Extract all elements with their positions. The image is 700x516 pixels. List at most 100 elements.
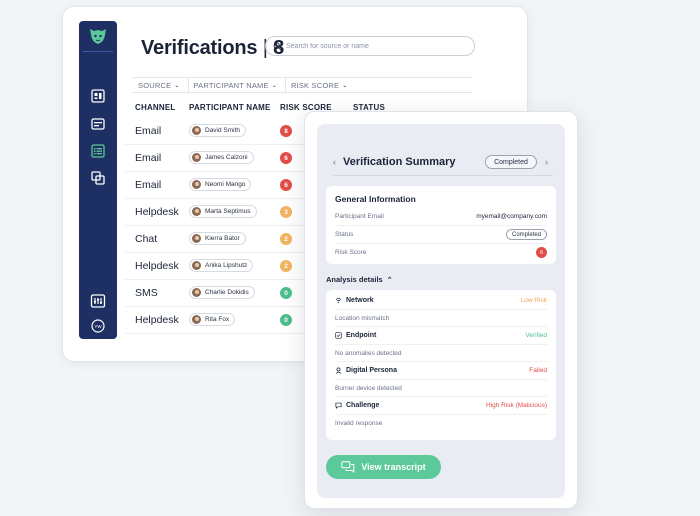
status-badge: Completed (485, 155, 537, 169)
analysis-label: Digital Persona (335, 367, 397, 374)
card-icon[interactable] (90, 116, 106, 132)
participant-chip[interactable]: Marta Septimus (189, 205, 257, 218)
avatar (192, 207, 201, 216)
search-input[interactable] (286, 42, 466, 50)
filter-divider (284, 78, 286, 92)
channel-cell: Helpdesk (135, 206, 179, 218)
risk-score-badge: 0 (280, 287, 292, 299)
channel-cell: Chat (135, 233, 158, 245)
analysis-network-detail-row: Location mismatch (335, 310, 547, 327)
filter-divider (187, 78, 189, 92)
risk-score-badge: 2 (280, 233, 292, 245)
avatar (192, 234, 201, 243)
chevron-up-icon: ⌃ (386, 276, 393, 284)
sidebar: YW (79, 21, 117, 339)
risk-score-badge: 2 (280, 260, 292, 272)
channel-cell: Helpdesk (135, 314, 179, 326)
channel-cell: Email (135, 179, 162, 191)
avatar (192, 315, 201, 324)
user-profile-icon[interactable]: YW (90, 318, 106, 334)
channel-cell: SMS (135, 287, 158, 299)
analysis-detail: No anomalies detected (335, 349, 402, 357)
analysis-label: Challenge (335, 402, 379, 409)
chevron-down-icon: ⌄ (271, 82, 277, 89)
channel-cell: Email (135, 125, 162, 137)
chevron-left-icon[interactable]: ‹ (333, 157, 336, 167)
view-transcript-button[interactable]: View transcript (326, 455, 441, 479)
analysis-status: Low Risk (520, 297, 547, 304)
filter-bar: SOURCE ⌄ PARTICIPANT NAME ⌄ RISK SCORE ⌄ (133, 77, 473, 93)
wifi-icon (335, 298, 342, 303)
analysis-status: Verified (525, 332, 547, 339)
user-icon (335, 367, 342, 374)
risk-score-badge: 0 (280, 314, 292, 326)
chevron-down-icon: ⌄ (342, 82, 348, 89)
analysis-endpoint-row: Endpoint Verified (335, 327, 547, 345)
participant-email-value: myemail@company.com (476, 213, 547, 220)
transcript-icon (341, 461, 355, 473)
bear-logo-icon (86, 26, 110, 46)
analysis-details-toggle[interactable]: Analysis details ⌃ (326, 275, 393, 284)
participant-chip[interactable]: David Smith (189, 124, 247, 137)
chat-icon (335, 402, 342, 409)
sliders-icon[interactable] (90, 293, 106, 309)
participant-email-row: Participant Email myemail@company.com (335, 208, 547, 226)
analysis-label: Endpoint (335, 332, 376, 339)
copy-icon[interactable] (90, 170, 106, 186)
participant-email-label: Participant Email (335, 213, 384, 220)
risk-score-label: Risk Score (335, 249, 367, 256)
participant-chip[interactable]: Anika Lipshutz (189, 259, 254, 272)
analysis-challenge-detail-row: Invalid response (335, 415, 547, 433)
column-header-participant-name[interactable]: PARTICIPANT NAME (189, 103, 271, 112)
participant-chip[interactable]: Charlie Dokidis (189, 286, 255, 299)
verification-summary-panel: ‹ Verification Summary Completed › Gener… (304, 111, 578, 509)
search-box[interactable] (265, 36, 475, 56)
risk-score-row: Risk Score 6 (335, 244, 547, 262)
column-header-channel[interactable]: CHANNEL (135, 103, 176, 112)
avatar (192, 153, 201, 162)
analysis-digital-persona-detail-row: Burner device detected (335, 380, 547, 397)
analysis-detail: Invalid response (335, 419, 383, 427)
analysis-detail: Burner device detected (335, 384, 402, 392)
avatar (192, 288, 201, 297)
participant-chip[interactable]: Neomi Mango (189, 178, 252, 191)
status-badge: Completed (505, 229, 547, 240)
risk-score-badge: 8 (280, 125, 292, 137)
filter-source[interactable]: SOURCE ⌄ (138, 81, 180, 90)
summary-inner: ‹ Verification Summary Completed › Gener… (317, 124, 565, 498)
avatar (192, 126, 201, 135)
list-icon[interactable] (90, 143, 106, 159)
summary-header: ‹ Verification Summary Completed › (333, 154, 553, 176)
participant-chip[interactable]: James Calzoni (189, 151, 254, 164)
risk-score-badge: 3 (280, 206, 292, 218)
check-square-icon (335, 332, 342, 339)
chevron-down-icon: ⌄ (174, 82, 180, 89)
summary-title: Verification Summary (343, 156, 456, 168)
analysis-status: Failed (529, 367, 547, 374)
status-row: Status Completed (335, 226, 547, 244)
chevron-right-icon[interactable]: › (545, 157, 548, 167)
search-icon (273, 42, 282, 50)
risk-score-badge: 6 (280, 152, 292, 164)
general-information-card: General Information Participant Email my… (326, 186, 556, 264)
analysis-digital-persona-row: Digital Persona Failed (335, 362, 547, 380)
avatar (192, 180, 201, 189)
analysis-details-card: Network Low Risk Location mismatch Endpo… (326, 290, 556, 440)
participant-chip[interactable]: Kierra Bator (189, 232, 246, 245)
avatar (192, 261, 201, 270)
status-label: Status (335, 231, 354, 238)
analysis-label: Network (335, 297, 374, 304)
analysis-status: High Risk (Malicious) (485, 402, 547, 409)
sidebar-divider (83, 51, 113, 52)
filter-risk-score[interactable]: RISK SCORE ⌄ (291, 81, 348, 90)
filter-participant-name[interactable]: PARTICIPANT NAME ⌄ (194, 81, 277, 90)
svg-text:YW: YW (94, 324, 102, 329)
channel-cell: Helpdesk (135, 260, 179, 272)
general-information-title: General Information (335, 194, 416, 204)
page-title: Verifications | 8 (141, 37, 284, 59)
analysis-endpoint-detail-row: No anomalies detected (335, 345, 547, 362)
risk-score-badge: 6 (280, 179, 292, 191)
participant-chip[interactable]: Rita Fox (189, 313, 236, 326)
dashboard-icon[interactable] (90, 88, 106, 104)
channel-cell: Email (135, 152, 162, 164)
